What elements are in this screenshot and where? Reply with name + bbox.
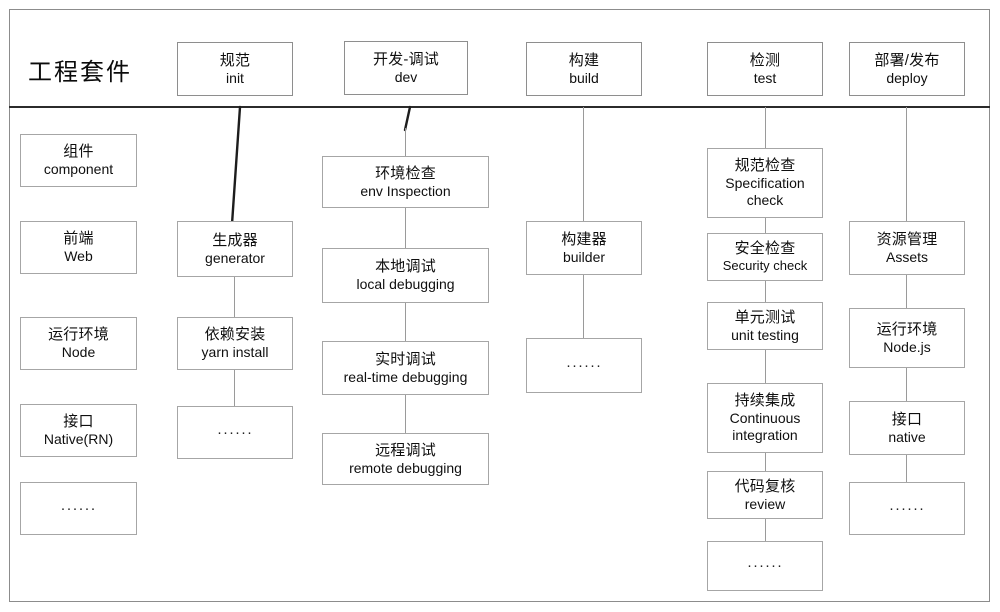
- diagram-canvas: 工程套件 规范 init 开发-调试 dev 构建 build 检测 test …: [0, 0, 1000, 612]
- connector-test-0: [765, 107, 766, 149]
- node-deploy-more[interactable]: ······: [849, 482, 965, 535]
- node-assets-en: Assets: [885, 248, 928, 265]
- node-builder-en: builder: [562, 248, 606, 265]
- node-security-check-cn: 安全检查: [734, 240, 796, 258]
- node-local-debugging-cn: 本地调试: [375, 258, 436, 276]
- node-suite-more[interactable]: ······: [20, 482, 137, 535]
- node-review-cn: 代码复核: [734, 477, 796, 495]
- header-dev-en: dev: [394, 68, 418, 85]
- node-native-rn[interactable]: 接口 Native(RN): [20, 404, 137, 457]
- header-init-cn: 规范: [219, 51, 251, 69]
- connector-test-1: [765, 218, 766, 233]
- node-yarn-install-cn: 依赖安装: [204, 326, 266, 344]
- node-yarn-install-en: yarn install: [201, 344, 269, 361]
- header-test-cn: 检测: [749, 51, 781, 69]
- connector-deploy-0: [906, 107, 907, 222]
- connector-deploy-2: [906, 368, 907, 401]
- connector-test-2: [765, 281, 766, 302]
- node-deploy-more-dots: ······: [889, 499, 925, 517]
- node-init-more[interactable]: ······: [177, 406, 293, 459]
- node-env-inspection-cn: 环境检查: [375, 164, 436, 182]
- node-assets[interactable]: 资源管理 Assets: [849, 221, 965, 275]
- header-build-en: build: [569, 69, 599, 86]
- node-review[interactable]: 代码复核 review: [707, 471, 823, 519]
- connector-dev-1: [405, 208, 406, 248]
- header-init-en: init: [226, 69, 244, 86]
- node-unit-testing[interactable]: 单元测试 unit testing: [707, 302, 823, 350]
- header-deploy-en: deploy: [886, 69, 928, 86]
- node-test-more[interactable]: ······: [707, 541, 823, 591]
- node-nodejs[interactable]: 运行环境 Node.js: [849, 308, 965, 368]
- node-local-debugging[interactable]: 本地调试 local debugging: [322, 248, 489, 303]
- node-generator-en: generator: [205, 249, 265, 266]
- header-test-en: test: [753, 69, 777, 86]
- node-node-cn: 运行环境: [48, 326, 109, 344]
- header-deploy-cn: 部署/发布: [874, 51, 940, 69]
- node-native-rn-en: Native(RN): [43, 431, 114, 448]
- node-specification-check-en: Specification check: [725, 175, 805, 208]
- node-review-en: review: [744, 495, 786, 512]
- node-env-inspection-en: env Inspection: [360, 182, 451, 199]
- page-title: 工程套件: [28, 58, 132, 86]
- connector-build-1: [583, 275, 584, 338]
- node-env-inspection[interactable]: 环境检查 env Inspection: [322, 156, 489, 208]
- node-init-more-dots: ······: [217, 423, 253, 441]
- node-node[interactable]: 运行环境 Node: [20, 317, 137, 370]
- node-suite-more-dots: ······: [60, 499, 97, 517]
- node-web-cn: 前端: [63, 230, 94, 248]
- node-continuous-integration[interactable]: 持续集成 Continuous integration: [707, 383, 823, 453]
- node-node-en: Node: [61, 344, 96, 361]
- node-component[interactable]: 组件 component: [20, 134, 137, 187]
- header-build-cn: 构建: [568, 51, 600, 69]
- node-unit-testing-en: unit testing: [731, 326, 799, 343]
- connector-build-0: [583, 107, 584, 222]
- node-component-en: component: [43, 161, 114, 178]
- node-local-debugging-en: local debugging: [356, 276, 455, 293]
- node-yarn-install[interactable]: 依赖安装 yarn install: [177, 317, 293, 370]
- node-test-more-dots: ······: [747, 557, 783, 575]
- node-web[interactable]: 前端 Web: [20, 221, 137, 274]
- node-assets-cn: 资源管理: [876, 230, 938, 248]
- connector-dev-0: [405, 128, 406, 158]
- header-box-test[interactable]: 检测 test: [707, 42, 823, 96]
- header-box-deploy[interactable]: 部署/发布 deploy: [849, 42, 965, 96]
- node-generator[interactable]: 生成器 generator: [177, 221, 293, 277]
- node-builder[interactable]: 构建器 builder: [526, 221, 642, 275]
- node-realtime-debugging[interactable]: 实时调试 real-time debugging: [322, 341, 489, 395]
- node-native[interactable]: 接口 native: [849, 401, 965, 455]
- node-remote-debugging[interactable]: 远程调试 remote debugging: [322, 433, 489, 485]
- connector-dev-2: [405, 303, 406, 341]
- node-remote-debugging-en: remote debugging: [349, 459, 462, 476]
- node-builder-cn: 构建器: [561, 230, 607, 248]
- node-build-more[interactable]: ······: [526, 338, 642, 393]
- connector-test-5: [765, 519, 766, 541]
- node-generator-cn: 生成器: [212, 231, 258, 249]
- connector-dev-3: [405, 395, 406, 433]
- header-box-dev[interactable]: 开发-调试 dev: [344, 41, 468, 95]
- node-specification-check-cn: 规范检查: [734, 157, 796, 175]
- node-realtime-debugging-cn: 实时调试: [375, 350, 436, 368]
- node-unit-testing-cn: 单元测试: [734, 308, 796, 326]
- node-continuous-integration-cn: 持续集成: [734, 392, 796, 410]
- header-dev-cn: 开发-调试: [373, 50, 439, 68]
- node-security-check-en: Security check: [722, 258, 808, 274]
- node-security-check[interactable]: 安全检查 Security check: [707, 233, 823, 281]
- node-native-cn: 接口: [891, 410, 923, 428]
- node-continuous-integration-en: Continuous integration: [729, 410, 801, 443]
- node-native-en: native: [888, 428, 926, 445]
- connector-deploy-1: [906, 275, 907, 308]
- header-box-build[interactable]: 构建 build: [526, 42, 642, 96]
- node-build-more-dots: ······: [566, 356, 602, 374]
- node-nodejs-en: Node.js: [883, 338, 931, 355]
- node-native-rn-cn: 接口: [63, 413, 94, 431]
- header-box-init[interactable]: 规范 init: [177, 42, 293, 96]
- node-remote-debugging-cn: 远程调试: [375, 441, 436, 459]
- node-web-en: Web: [64, 248, 93, 265]
- node-realtime-debugging-en: real-time debugging: [343, 368, 468, 385]
- node-nodejs-cn: 运行环境: [876, 320, 938, 338]
- connector-test-3: [765, 350, 766, 383]
- node-component-cn: 组件: [63, 143, 94, 161]
- connector-deploy-3: [906, 455, 907, 482]
- node-specification-check[interactable]: 规范检查 Specification check: [707, 148, 823, 218]
